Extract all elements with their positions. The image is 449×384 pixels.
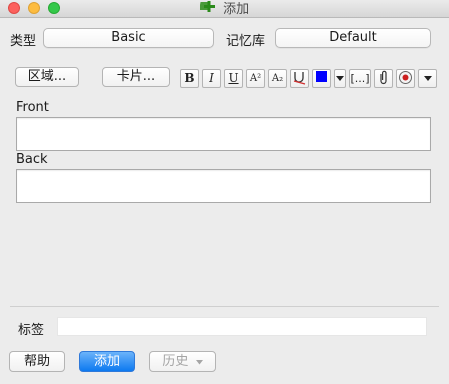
subscript-button[interactable]: A₂ [268,69,287,88]
italic-button[interactable]: I [202,69,221,88]
tags-label: 标签 [18,323,45,338]
deck-label: 记忆库 [226,34,266,49]
add-card-icon [198,0,215,19]
add-note-window: 添加 类型 Basic 记忆库 Default 区域... 卡片... B I … [0,0,449,384]
tags-input[interactable] [57,317,427,336]
color-dropdown-button[interactable] [334,69,346,88]
bold-button[interactable]: B [180,69,199,88]
italic-label: I [209,71,214,85]
front-field-label: Front [16,100,49,115]
chevron-down-icon [336,71,344,85]
back-field-editor[interactable] [16,169,431,203]
front-field-editor[interactable] [16,117,431,151]
underline-button[interactable]: U [224,69,243,88]
cloze-button[interactable]: [...] [349,69,371,88]
record-icon [398,71,413,88]
attach-button[interactable] [374,69,393,88]
deck-value: Default [329,30,377,45]
underline-label: U [228,71,239,85]
chevron-down-icon [195,352,203,371]
help-button[interactable]: 帮助 [9,351,65,372]
note-type-chooser[interactable]: Basic [43,28,214,48]
title-bar: 添加 [0,0,449,18]
note-type-value: Basic [111,30,146,45]
cards-button-label: 卡片... [116,69,156,84]
fields-button[interactable]: 区域... [15,67,79,87]
history-button-label: 历史 [162,354,189,369]
remove-format-button[interactable] [290,69,309,88]
cards-button[interactable]: 卡片... [102,67,170,87]
note-type-label: 类型 [10,34,37,49]
help-button-label: 帮助 [23,354,50,369]
deck-chooser[interactable]: Default [275,28,431,48]
paperclip-icon [377,70,390,88]
chevron-down-icon [423,71,432,85]
add-button[interactable]: 添加 [79,351,135,372]
record-audio-button[interactable] [396,69,415,88]
superscript-label: A² [249,73,262,84]
subscript-label: A₂ [271,73,284,84]
separator [10,306,439,307]
cloze-label: [...] [350,72,370,85]
more-options-button[interactable] [418,69,437,88]
window-title-area: 添加 [0,0,449,18]
add-button-label: 添加 [93,354,120,369]
window-title: 添加 [223,2,250,17]
superscript-button[interactable]: A² [246,69,265,88]
text-color-button[interactable] [312,69,331,88]
text-color-swatch-icon [315,71,328,86]
back-field-label: Back [16,152,48,167]
bold-label: B [184,71,195,85]
remove-format-icon [292,72,307,88]
history-button[interactable]: 历史 [149,351,216,372]
fields-button-label: 区域... [27,69,67,84]
